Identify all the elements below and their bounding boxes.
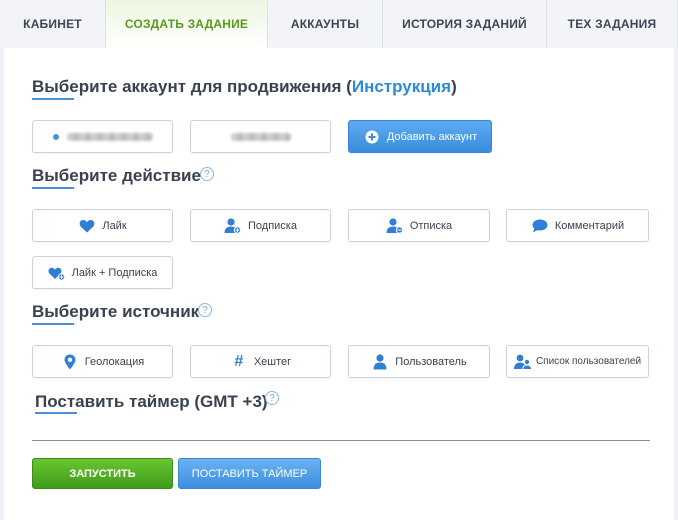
accounts-heading-end: ) [451,77,457,96]
source-geolocation-button[interactable]: Геолокация [32,345,173,378]
account-button-2[interactable] [190,120,331,153]
instruction-link[interactable]: Инструкция [352,77,451,96]
action-like-follow-label: Лайк + Подписка [71,266,158,279]
account-name-redacted [66,132,153,141]
create-task-panel: Выберите аккаунт для продвижения (Инстру… [4,48,674,520]
sources-heading-underline [32,323,74,325]
tab-create-task[interactable]: СОЗДАТЬ ЗАДАНИЕ [106,0,268,49]
user-unfollow-icon [386,217,404,234]
action-comment-button[interactable]: Комментарий [506,209,649,242]
account-button-1[interactable] [32,120,173,153]
set-timer-button[interactable]: ПОСТАВИТЬ ТАЙМЕР [178,458,321,489]
tab-tech-tasks[interactable]: ТЕХ ЗАДАНИЯ [547,0,678,48]
source-hashtag-label: Хештег [253,355,292,368]
add-account-label: Добавить аккаунт [386,130,478,143]
tab-accounts[interactable]: АККАУНТЫ [268,0,383,48]
sources-heading: Выберите источник [32,302,200,321]
source-user-button[interactable]: Пользователь [348,345,490,378]
account-name-redacted [230,132,291,141]
source-hashtag-button[interactable]: # Хештег [190,345,331,378]
source-geolocation-label: Геолокация [84,355,145,368]
action-unfollow-button[interactable]: Отписка [348,209,490,242]
hashtag-icon: # [234,352,244,370]
account-status-dot-icon [52,133,59,140]
actions-heading-underline [32,187,74,189]
speech-bubble-icon [531,218,549,234]
action-unfollow-label: Отписка [409,219,453,232]
actions-heading: Выберите действие [32,166,201,185]
user-icon [371,353,389,370]
start-button[interactable]: ЗАПУСТИТЬ [32,458,173,489]
user-follow-icon [224,217,242,234]
sources-help-icon[interactable]: ? [198,303,212,317]
source-user-list-label: Список пользователей [535,356,642,367]
action-like-label: Лайк [102,219,127,232]
accounts-heading-underline [32,98,74,100]
action-like-follow-button[interactable]: Лайк + Подписка [32,256,173,289]
add-account-button[interactable]: Добавить аккаунт [348,120,492,153]
source-user-label: Пользователь [395,355,467,368]
timer-help-icon[interactable]: ? [265,391,279,405]
timer-heading-underline [35,412,77,414]
accounts-heading-text: Выберите аккаунт для продвижения ( [32,77,352,96]
action-follow-label: Подписка [248,219,297,232]
heart-icon [78,218,96,234]
tab-bar: КАБИНЕТ СОЗДАТЬ ЗАДАНИЕ АККАУНТЫ ИСТОРИЯ… [0,0,678,49]
map-pin-icon [61,354,79,370]
heart-user-icon [48,265,66,281]
timer-heading: Поставить таймер (GMT +3) [35,392,268,411]
source-user-list-button[interactable]: Список пользователей [506,345,649,378]
action-comment-label: Комментарий [554,219,625,232]
tab-cabinet[interactable]: КАБИНЕТ [0,0,106,48]
users-group-icon [513,354,532,370]
timer-input-line[interactable] [32,440,650,441]
accounts-heading: Выберите аккаунт для продвижения (Инстру… [32,77,457,97]
action-like-button[interactable]: Лайк [32,209,173,242]
actions-help-icon[interactable]: ? [200,167,214,181]
action-follow-button[interactable]: Подписка [190,209,331,242]
tab-task-history[interactable]: ИСТОРИЯ ЗАДАНИЙ [383,0,547,48]
plus-circle-icon [363,129,381,145]
